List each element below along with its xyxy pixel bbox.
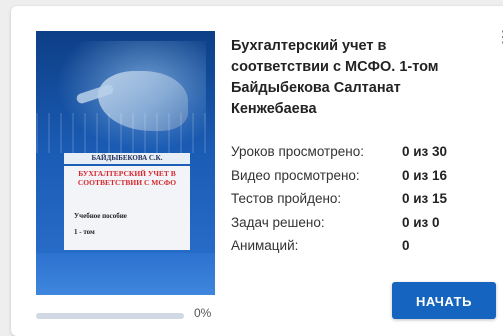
stat-value: 0 из 15 bbox=[402, 191, 448, 206]
start-button[interactable]: НАЧАТЬ bbox=[392, 282, 496, 319]
stat-videos: Видео просмотрено: 0 из 16 bbox=[231, 168, 491, 192]
stat-value: 0 bbox=[402, 238, 410, 253]
cover-volume: 1 - том bbox=[74, 228, 95, 236]
stat-label: Задач решено: bbox=[231, 214, 325, 230]
cover-book-title: БУХГАЛТЕРСКИЙ УЧЕТ В СООТВЕТСТВИИ С МСФО bbox=[77, 169, 177, 187]
cover-decor-lines bbox=[36, 113, 215, 153]
stat-label: Тестов пройдено: bbox=[231, 191, 342, 206]
progress-percent: 0% bbox=[194, 306, 212, 320]
stat-animations: Анимаций: 0 bbox=[231, 238, 491, 262]
stat-lessons: Уроков просмотрено: 0 из 30 bbox=[231, 144, 491, 168]
course-stats: Уроков просмотрено: 0 из 30 Видео просмо… bbox=[231, 144, 491, 262]
stat-label: Уроков просмотрено: bbox=[231, 144, 364, 159]
stat-tasks: Задач решено: 0 из 0 bbox=[231, 215, 491, 239]
stat-label: Анимаций: bbox=[231, 238, 299, 253]
stat-value: 0 из 0 bbox=[402, 214, 440, 230]
stat-value: 0 из 30 bbox=[402, 144, 448, 159]
stat-label: Видео просмотрено: bbox=[231, 167, 360, 183]
cover-title-box: БУХГАЛТЕРСКИЙ УЧЕТ В СООТВЕТСТВИИ С МСФО… bbox=[64, 166, 190, 250]
cover-bottom bbox=[36, 253, 215, 295]
stat-value: 0 из 16 bbox=[402, 167, 448, 183]
progress-bar bbox=[36, 313, 184, 319]
course-cover-image[interactable]: БАЙДЫБЕКОВА С.К. БУХГАЛТЕРСКИЙ УЧЕТ В СО… bbox=[36, 31, 215, 295]
course-title[interactable]: Бухгалтерский учет в соответствии с МСФО… bbox=[231, 36, 481, 120]
cover-author: БАЙДЫБЕКОВА С.К. bbox=[64, 153, 190, 164]
stat-tests: Тестов пройдено: 0 из 15 bbox=[231, 191, 491, 215]
cover-subtitle: Учебное пособие bbox=[74, 212, 127, 220]
more-vertical-icon[interactable]: ⋮ bbox=[495, 30, 503, 48]
